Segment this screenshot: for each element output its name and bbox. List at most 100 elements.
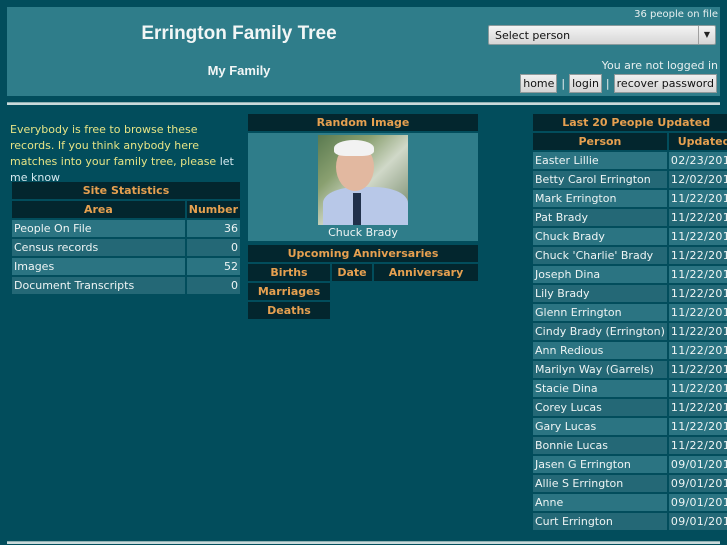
stat-number: 0 (186, 277, 240, 294)
person-link[interactable]: Pat Brady (533, 209, 667, 226)
person-link[interactable]: Lily Brady (533, 285, 667, 302)
person-link[interactable]: Anne (533, 494, 667, 511)
updated-date: 11/22/2010 (668, 418, 727, 435)
footer-divider (7, 541, 720, 544)
deaths-header: Deaths (248, 302, 330, 319)
updated-date: 09/01/2010 (668, 494, 727, 511)
person-link[interactable]: Glenn Errington (533, 304, 667, 321)
stat-area: Document Transcripts (12, 277, 185, 294)
site-statistics-title: Site Statistics (12, 182, 240, 199)
updated-date: 09/01/2010 (668, 475, 727, 492)
updated-date: 11/22/2010 (668, 342, 727, 359)
site-subtitle: My Family (207, 63, 271, 78)
person-link[interactable]: Stacie Dina (533, 380, 667, 397)
updated-date: 11/22/2010 (668, 190, 727, 207)
updated-date: 12/02/2010 (668, 171, 727, 188)
login-status: You are not logged in (601, 59, 718, 72)
table-row: Allie S Errington09/01/2010 (533, 475, 727, 492)
table-row: Lily Brady11/22/2010 (533, 285, 727, 302)
updated-date: 11/22/2010 (668, 399, 727, 416)
person-link[interactable]: Marilyn Way (Garrels) (533, 361, 667, 378)
random-image-panel: Random Image Chuck Brady (246, 112, 480, 243)
table-row: Glenn Errington11/22/2010 (533, 304, 727, 321)
person-link[interactable]: Allie S Errington (533, 475, 667, 492)
column-header-date: Date (332, 264, 372, 281)
table-row: Census records 0 (12, 239, 240, 256)
site-statistics-table: Site Statistics Area Number People On Fi… (10, 180, 242, 296)
home-button[interactable]: home (520, 74, 558, 93)
updated-date: 11/22/2010 (668, 380, 727, 397)
stat-number: 52 (186, 258, 240, 275)
updated-date: 11/22/2010 (668, 304, 727, 321)
column-header-area: Area (12, 201, 185, 218)
updated-date: 11/22/2010 (668, 209, 727, 226)
nav-separator: | (605, 77, 610, 90)
nav-buttons: home | login | recover password (520, 74, 717, 93)
column-header-births: Births (248, 264, 330, 281)
person-link[interactable]: Cindy Brady (Errington) (533, 323, 667, 340)
chevron-down-icon[interactable]: ▼ (698, 26, 715, 44)
person-link[interactable]: Ann Redious (533, 342, 667, 359)
table-row: Gary Lucas11/22/2010 (533, 418, 727, 435)
table-row: Joseph Dina11/22/2010 (533, 266, 727, 283)
person-select[interactable]: Select person ▼ (488, 25, 716, 45)
table-row: Chuck 'Charlie' Brady11/22/2010 (533, 247, 727, 264)
marriages-header: Marriages (248, 283, 330, 300)
person-link[interactable]: Curt Errington (533, 513, 667, 530)
person-link[interactable]: Joseph Dina (533, 266, 667, 283)
table-row: Anne09/01/2010 (533, 494, 727, 511)
table-row: Betty Carol Errington12/02/2010 (533, 171, 727, 188)
empty-cell (332, 283, 478, 300)
table-row: Mark Errington11/22/2010 (533, 190, 727, 207)
person-link[interactable]: Bonnie Lucas (533, 437, 667, 454)
random-image-title: Random Image (248, 114, 478, 131)
table-row: Bonnie Lucas11/22/2010 (533, 437, 727, 454)
person-link[interactable]: Betty Carol Errington (533, 171, 667, 188)
stat-area: Images (12, 258, 185, 275)
table-row: Jasen G Errington09/01/2010 (533, 456, 727, 473)
random-photo[interactable] (318, 135, 408, 225)
person-select-value: Select person (495, 29, 571, 42)
random-image-caption[interactable]: Chuck Brady (248, 225, 478, 241)
random-image-cell: Chuck Brady (248, 133, 478, 241)
table-row: People On File 36 (12, 220, 240, 237)
last-updated-title: Last 20 People Updated (533, 114, 727, 131)
anniversaries-title: Upcoming Anniversaries (248, 245, 478, 262)
upcoming-anniversaries-table: Upcoming Anniversaries Births Date Anniv… (246, 243, 480, 321)
recover-password-button[interactable]: recover password (613, 74, 717, 93)
login-button[interactable]: login (569, 74, 602, 93)
person-link[interactable]: Chuck 'Charlie' Brady (533, 247, 667, 264)
updated-date: 11/22/2010 (668, 228, 727, 245)
person-link[interactable]: Easter Lillie (533, 152, 667, 169)
updated-date: 09/01/2010 (668, 456, 727, 473)
table-row: Marilyn Way (Garrels)11/22/2010 (533, 361, 727, 378)
column-header-updated: Updated (668, 133, 727, 150)
person-link[interactable]: Jasen G Errington (533, 456, 667, 473)
person-link[interactable]: Corey Lucas (533, 399, 667, 416)
photo-hair (334, 140, 374, 156)
table-row: Images 52 (12, 258, 240, 275)
stat-number: 36 (186, 220, 240, 237)
column-header-number: Number (186, 201, 240, 218)
person-link[interactable]: Mark Errington (533, 190, 667, 207)
photo-shirt (323, 187, 408, 225)
table-row: Curt Errington09/01/2010 (533, 513, 727, 530)
updated-date: 11/22/2010 (668, 266, 727, 283)
person-link[interactable]: Chuck Brady (533, 228, 667, 245)
updated-date: 02/23/2011 (668, 152, 727, 169)
stat-number: 0 (186, 239, 240, 256)
stat-area: Census records (12, 239, 185, 256)
people-count: 36 people on file (634, 9, 718, 20)
last-updated-table: Last 20 People Updated Person Updated Ea… (531, 112, 727, 532)
stat-area: People On File (12, 220, 185, 237)
updated-date: 11/22/2010 (668, 323, 727, 340)
table-row: Pat Brady11/22/2010 (533, 209, 727, 226)
header-divider (7, 102, 720, 105)
intro-text: Everybody is free to browse these record… (10, 122, 245, 186)
table-row: Ann Redious11/22/2010 (533, 342, 727, 359)
nav-separator: | (561, 77, 566, 90)
person-link[interactable]: Gary Lucas (533, 418, 667, 435)
table-row: Cindy Brady (Errington)11/22/2010 (533, 323, 727, 340)
table-row: Stacie Dina11/22/2010 (533, 380, 727, 397)
site-title: Errington Family Tree (141, 23, 337, 44)
